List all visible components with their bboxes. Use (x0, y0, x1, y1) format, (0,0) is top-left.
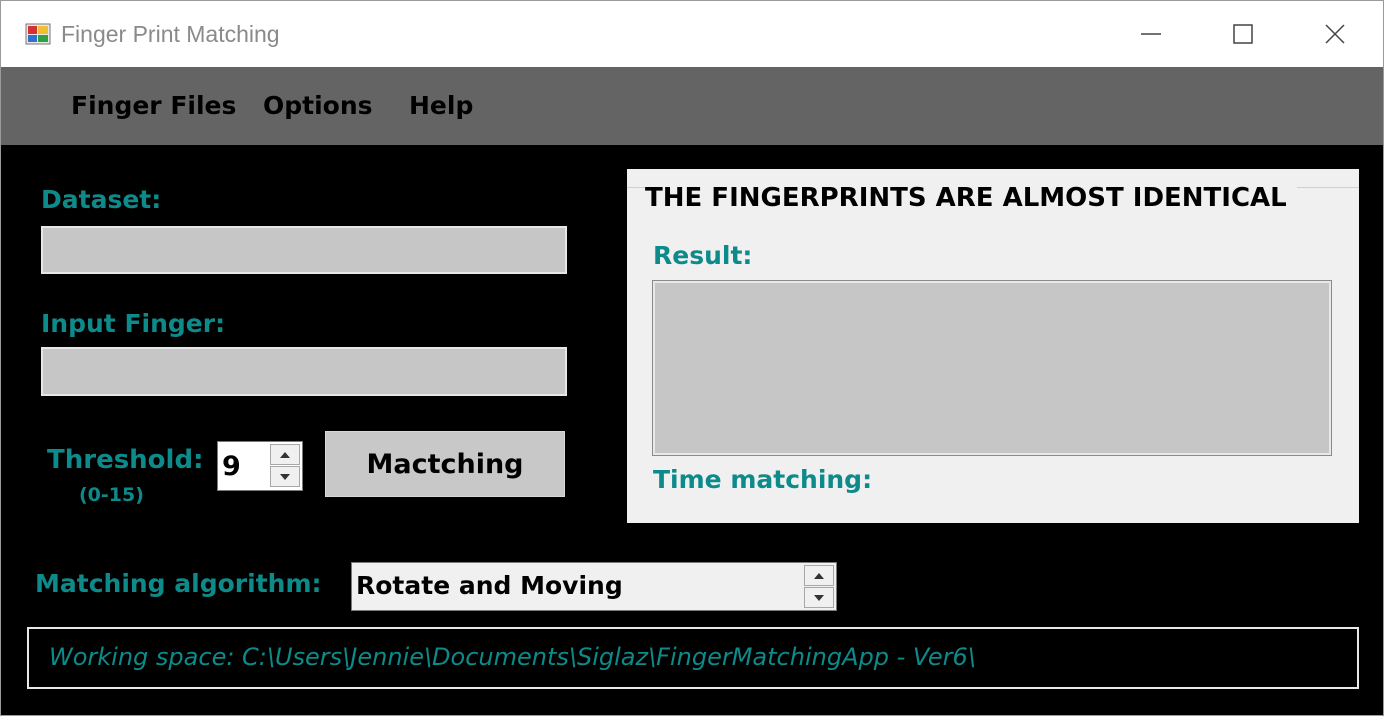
arrow-up-icon (280, 451, 290, 458)
threshold-stepper[interactable]: 9 (217, 441, 303, 491)
threshold-up-button[interactable] (270, 444, 300, 465)
input-finger-label: Input Finger: (41, 309, 226, 338)
arrow-up-icon (814, 572, 824, 579)
workspace-status-box: Working space: C:\Users\Jennie\Documents… (27, 627, 1359, 689)
maximize-button[interactable] (1197, 1, 1289, 67)
dataset-field[interactable] (41, 226, 567, 274)
result-field[interactable] (652, 280, 1332, 456)
minimize-button[interactable] (1105, 1, 1197, 67)
minimize-icon (1141, 33, 1161, 35)
maximize-icon (1233, 24, 1253, 44)
algorithm-value[interactable]: Rotate and Moving (356, 571, 623, 600)
result-label: Result: (653, 241, 753, 270)
arrow-down-icon (814, 594, 824, 601)
threshold-label: Threshold: (47, 445, 204, 475)
threshold-down-button[interactable] (270, 466, 300, 487)
close-icon (1325, 24, 1345, 44)
threshold-stepper-buttons (270, 444, 300, 488)
matching-algorithm-label: Matching algorithm: (35, 569, 322, 598)
algorithm-down-button[interactable] (804, 587, 834, 608)
threshold-range-label: (0-15) (79, 484, 144, 506)
menu-options[interactable]: Options (263, 91, 373, 120)
matching-button[interactable]: Mactching (325, 431, 565, 497)
algorithm-stepper-buttons (804, 565, 834, 609)
arrow-down-icon (280, 473, 290, 480)
menu-help[interactable]: Help (409, 91, 473, 120)
algorithm-up-button[interactable] (804, 565, 834, 586)
result-panel: THE FINGERPRINTS ARE ALMOST IDENTICAL Re… (627, 169, 1359, 523)
app-window: Finger Print Matching Finger Files Optio… (0, 0, 1384, 716)
menu-bar: Finger Files Options Help (1, 67, 1383, 145)
app-icon (25, 23, 51, 45)
close-button[interactable] (1289, 1, 1381, 67)
result-heading: THE FINGERPRINTS ARE ALMOST IDENTICAL (645, 183, 1297, 213)
window-title: Finger Print Matching (61, 21, 280, 47)
title-bar: Finger Print Matching (1, 1, 1383, 67)
input-finger-field[interactable] (41, 347, 567, 396)
workspace-path: Working space: C:\Users\Jennie\Documents… (49, 643, 976, 671)
threshold-value[interactable]: 9 (222, 451, 241, 482)
menu-finger-files[interactable]: Finger Files (71, 91, 236, 120)
algorithm-selector[interactable]: Rotate and Moving (351, 562, 837, 611)
time-matching-label: Time matching: (653, 465, 873, 494)
dataset-label: Dataset: (41, 185, 162, 214)
